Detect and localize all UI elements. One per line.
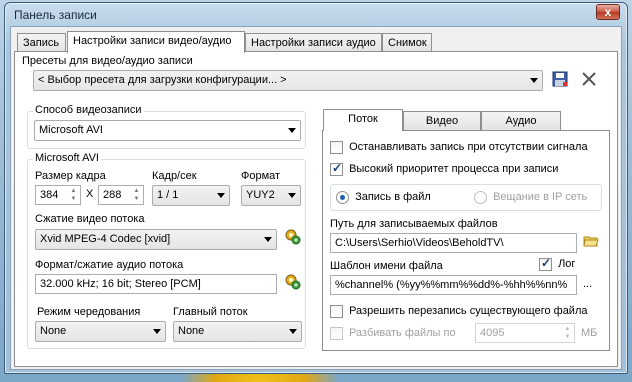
- tab-video-audio-settings[interactable]: Настройки записи видео/аудио: [67, 31, 245, 53]
- record-to-file-label: Запись в файл: [355, 191, 431, 204]
- chevron-down-icon: [288, 128, 296, 133]
- audio-format-label: Формат/сжатие аудио потока: [35, 259, 184, 271]
- interleave-select[interactable]: None: [35, 321, 166, 342]
- video-compression-select[interactable]: Xvid MPEG-4 Codec [xvid]: [35, 229, 277, 250]
- close-icon: [582, 72, 596, 86]
- window-close-button[interactable]: x: [596, 4, 620, 20]
- presets-select-value: < Выбор пресета для загрузки конфигураци…: [38, 74, 287, 86]
- format-value: YUY2: [246, 189, 275, 201]
- log-label: Лог: [558, 258, 576, 271]
- chevron-down-icon: [288, 193, 296, 198]
- audio-format-settings-button[interactable]: [283, 273, 303, 293]
- broadcast-ip-option[interactable]: Вещание в IP сеть: [474, 191, 587, 204]
- format-label: Формат: [241, 170, 281, 182]
- high-priority-option[interactable]: Высокий приоритет процесса при записи: [330, 161, 559, 176]
- high-priority-checkbox[interactable]: [330, 161, 343, 176]
- master-stream-value: None: [178, 325, 205, 337]
- msavi-group-label: Microsoft AVI: [33, 152, 101, 164]
- chevron-down-icon: [530, 78, 538, 83]
- split-unit-label: МБ: [581, 327, 598, 339]
- frame-size-label: Размер кадра: [35, 170, 106, 182]
- frame-height-value: 288: [103, 189, 122, 201]
- allow-overwrite-option[interactable]: Разрешить перезапись существующего файла: [330, 305, 588, 318]
- tab-audio-settings[interactable]: Настройки записи аудио: [245, 33, 382, 53]
- tab-video[interactable]: Видео: [403, 111, 481, 131]
- record-to-file-option[interactable]: Запись в файл: [336, 191, 431, 204]
- video-method-label: Способ видеозаписи: [33, 104, 144, 116]
- split-size-spinner[interactable]: 4095 ▲ ▼: [475, 323, 575, 343]
- settings-gear-icon: [285, 229, 301, 245]
- delete-preset-button[interactable]: [579, 70, 599, 90]
- allow-overwrite-label: Разрешить перезапись существующего файла: [349, 305, 588, 318]
- spin-down-icon[interactable]: ▼: [131, 195, 142, 203]
- chevron-down-icon: [217, 193, 225, 198]
- frame-size-x-label: X: [86, 188, 94, 200]
- interleave-value: None: [40, 325, 67, 337]
- stop-no-signal-option[interactable]: Останавливать запись при отсутствии сигн…: [330, 141, 588, 154]
- video-method-select[interactable]: Microsoft AVI: [34, 120, 301, 141]
- interleave-label: Режим чередования: [37, 306, 141, 318]
- master-stream-label: Главный поток: [173, 306, 248, 318]
- format-select[interactable]: YUY2: [241, 185, 301, 206]
- split-files-checkbox[interactable]: [330, 327, 343, 340]
- stop-no-signal-label: Останавливать запись при отсутствии сигн…: [349, 141, 588, 154]
- fps-value: 1 / 1: [157, 189, 179, 201]
- presets-select[interactable]: < Выбор пресета для загрузки конфигураци…: [33, 70, 543, 91]
- tab-snapshot[interactable]: Снимок: [382, 33, 432, 53]
- presets-label: Пресеты для видео/аудио записи: [22, 55, 193, 67]
- log-option[interactable]: Лог: [539, 256, 576, 271]
- frame-width-value: 384: [40, 189, 59, 201]
- broadcast-ip-label: Вещание в IP сеть: [493, 191, 588, 204]
- log-checkbox[interactable]: [539, 256, 552, 271]
- folder-icon: [583, 236, 599, 247]
- audio-format-field[interactable]: 32.000 kHz; 16 bit; Stereo [PCM]: [35, 274, 277, 294]
- video-compression-settings-button[interactable]: [283, 228, 303, 248]
- master-stream-select[interactable]: None: [173, 321, 302, 342]
- spin-up-icon[interactable]: ▲: [131, 187, 142, 195]
- filename-template-label: Шаблон имени файла: [330, 260, 443, 272]
- fps-select[interactable]: 1 / 1: [152, 185, 230, 206]
- spin-down-icon[interactable]: ▼: [562, 333, 573, 341]
- broadcast-ip-radio[interactable]: [474, 191, 487, 204]
- frame-height-spinner[interactable]: 288 ▲ ▼: [98, 185, 144, 205]
- filename-template-field[interactable]: %channel% (%yy%%mm%%dd%-%hh%%nn%: [330, 275, 577, 295]
- record-path-field[interactable]: C:\Users\Serhio\Videos\BeholdTV\: [330, 233, 577, 253]
- video-method-value: Microsoft AVI: [39, 124, 103, 136]
- save-icon: [552, 71, 568, 87]
- save-preset-button[interactable]: [550, 70, 570, 90]
- fps-label: Кадр/сек: [152, 170, 197, 182]
- window-title: Панель записи: [14, 8, 97, 22]
- chevron-down-icon: [153, 329, 161, 334]
- stop-no-signal-checkbox[interactable]: [330, 141, 343, 154]
- tab-stream[interactable]: Поток: [323, 109, 403, 131]
- high-priority-label: Высокий приоритет процесса при записи: [349, 163, 559, 176]
- frame-width-spinner[interactable]: 384 ▲ ▼: [35, 185, 81, 205]
- record-path-label: Путь для записываемых файлов: [330, 218, 498, 230]
- tab-record[interactable]: Запись: [17, 33, 66, 53]
- video-compression-value: Xvid MPEG-4 Codec [xvid]: [40, 233, 171, 245]
- spin-up-icon[interactable]: ▲: [68, 187, 79, 195]
- split-files-label: Разбивать файлы по: [349, 327, 456, 340]
- video-compression-label: Сжатие видео потока: [35, 213, 145, 225]
- spin-down-icon[interactable]: ▼: [68, 195, 79, 203]
- template-more-button[interactable]: ...: [583, 278, 592, 290]
- browse-folder-button[interactable]: [581, 233, 601, 253]
- record-to-file-radio[interactable]: [336, 191, 349, 204]
- split-size-value: 4095: [480, 327, 505, 339]
- chevron-down-icon: [264, 237, 272, 242]
- allow-overwrite-checkbox[interactable]: [330, 305, 343, 318]
- tab-audio[interactable]: Аудио: [481, 111, 561, 131]
- settings-gear-icon: [285, 274, 301, 290]
- spin-up-icon[interactable]: ▲: [562, 325, 573, 333]
- split-files-option[interactable]: Разбивать файлы по: [330, 327, 456, 340]
- chevron-down-icon: [289, 329, 297, 334]
